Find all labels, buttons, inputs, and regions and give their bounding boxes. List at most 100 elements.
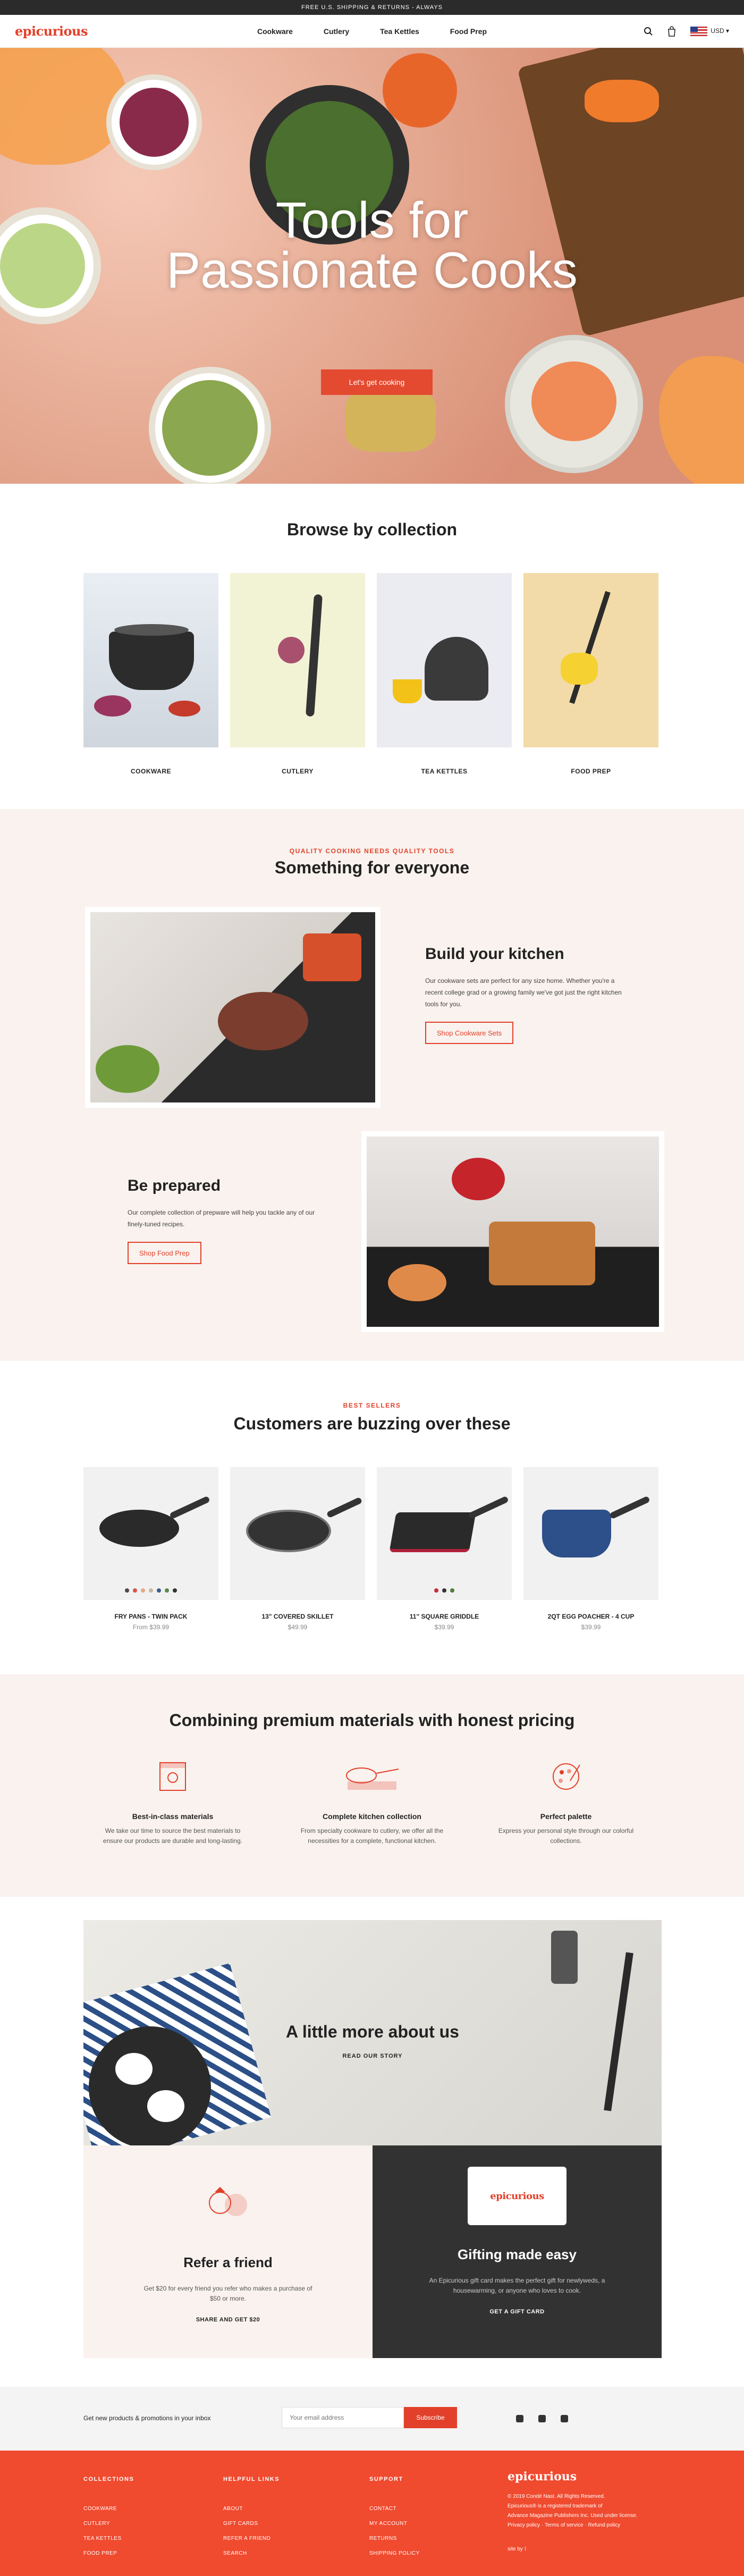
collection-tea-kettles[interactable]: TEA KETTLES — [377, 573, 512, 775]
hero-title-line1: Tools for — [275, 192, 469, 249]
gift-card-image: epicurious — [468, 2167, 567, 2225]
product-card[interactable]: FRY PANS - TWIN PACK From $39.99 — [83, 1467, 218, 1631]
product-price: From $39.99 — [132, 1623, 170, 1631]
feature-materials: Best-in-class materials We take our time… — [96, 1754, 250, 1846]
nav-food-prep[interactable]: Food Prep — [450, 27, 487, 36]
footer-link[interactable]: CUTLERY — [83, 2516, 134, 2531]
spatula-image — [551, 1931, 578, 1984]
newsletter-text: Get new products & promotions in your in… — [83, 2414, 211, 2422]
product-card[interactable]: 13" COVERED SKILLET $49.99 — [230, 1467, 365, 1631]
site-header: epicurious Cookware Cutlery Tea Kettles … — [0, 15, 744, 48]
feature-body: From specialty cookware to cutlery, we o… — [300, 1827, 444, 1845]
gift-card-logo: epicurious — [490, 2190, 544, 2202]
color-swatch[interactable] — [450, 1588, 454, 1593]
footer-link[interactable]: CONTACT — [369, 2502, 420, 2516]
collection-label: CUTLERY — [282, 768, 314, 775]
kitchen-tools-icon — [346, 1767, 399, 1790]
footer-link[interactable]: SEARCH — [223, 2546, 280, 2561]
prepared-image-frame — [361, 1131, 664, 1332]
prepared-copy: Be prepared Our complete collection of p… — [128, 1177, 329, 1264]
read-our-story-link[interactable]: READ OUR STORY — [83, 2053, 662, 2059]
prepared-image — [367, 1137, 659, 1327]
kitchen-body: Our cookware sets are perfect for any si… — [425, 977, 622, 1008]
share-and-get-link[interactable]: SHARE AND GET $20 — [83, 2317, 373, 2323]
color-swatch[interactable] — [173, 1588, 177, 1593]
main-nav: Cookware Cutlery Tea Kettles Food Prep — [0, 15, 744, 48]
search-icon[interactable] — [644, 27, 653, 36]
collections-title: Browse by collection — [286, 520, 458, 539]
footer-link[interactable]: FOOD PREP — [83, 2546, 134, 2561]
kitchen-image — [90, 912, 375, 1102]
everyone-section: QUALITY COOKING NEEDS QUALITY TOOLS Some… — [0, 809, 744, 1361]
tea-kettles-image — [377, 573, 512, 747]
product-image — [230, 1467, 365, 1600]
nav-tea-kettles[interactable]: Tea Kettles — [380, 27, 419, 36]
kitchen-image-frame — [85, 907, 381, 1108]
shop-cookware-sets-button[interactable]: Shop Cookware Sets — [425, 1022, 514, 1044]
footer-link[interactable]: TEA KETTLES — [83, 2531, 134, 2546]
about-banner: A little more about us READ OUR STORY — [83, 1920, 662, 2145]
food-prep-image — [523, 573, 658, 747]
subscribe-button[interactable]: Subscribe — [404, 2407, 457, 2428]
color-swatches — [83, 1588, 218, 1593]
nav-cutlery[interactable]: Cutlery — [324, 27, 349, 36]
color-swatch[interactable] — [133, 1588, 137, 1593]
color-swatch[interactable] — [434, 1588, 438, 1593]
product-price: $39.99 — [581, 1623, 601, 1631]
legal-line: Advance Magazine Publishers Inc. Used un… — [508, 2513, 638, 2519]
get-gift-card-link[interactable]: GET A GIFT CARD — [373, 2309, 662, 2315]
agency-logo-icon[interactable]: ⟟ — [525, 2546, 527, 2552]
footer-link[interactable]: GIFT CARDS — [223, 2516, 280, 2531]
product-price: $49.99 — [288, 1623, 308, 1631]
color-swatch[interactable] — [165, 1588, 169, 1593]
footer-helpful: HELPFUL LINKS ABOUT GIFT CARDS REFER A F… — [223, 2472, 280, 2561]
salmon-image — [531, 361, 616, 441]
cart-icon[interactable] — [667, 26, 677, 37]
collection-cookware[interactable]: COOKWARE — [83, 573, 218, 775]
footer-link[interactable]: SHIPPING POLICY — [369, 2546, 420, 2561]
legal-line: Epicurious® is a registered trademark of — [508, 2503, 603, 2509]
social-links — [501, 2415, 568, 2425]
currency-selector[interactable]: USD ▾ — [690, 26, 729, 36]
logo[interactable]: epicurious — [15, 23, 88, 39]
legal-links[interactable]: Privacy policy · Terms of service · Refu… — [508, 2521, 662, 2530]
collection-cutlery[interactable]: CUTLERY — [230, 573, 365, 775]
bestsellers-eyebrow: BEST SELLERS — [343, 1402, 401, 1409]
footer-heading: SUPPORT — [369, 2476, 403, 2482]
hero-cta-button[interactable]: Let's get cooking — [321, 369, 433, 395]
footer-link[interactable]: COOKWARE — [83, 2502, 134, 2516]
twitter-icon[interactable] — [538, 2415, 546, 2422]
color-swatch[interactable] — [125, 1588, 129, 1593]
color-swatch[interactable] — [141, 1588, 145, 1593]
color-swatch[interactable] — [442, 1588, 446, 1593]
salad2-image — [162, 380, 258, 476]
feature-title: Best-in-class materials — [132, 1812, 214, 1821]
footer-link[interactable]: MY ACCOUNT — [369, 2516, 420, 2531]
about-title: A little more about us — [286, 2022, 459, 2041]
product-card[interactable]: 11" SQUARE GRIDDLE $39.99 — [377, 1467, 512, 1631]
legal-line: © 2019 Condé Nast. All Rights Reserved. — [508, 2494, 605, 2499]
footer-link[interactable]: RETURNS — [369, 2531, 420, 2546]
materials-title: Combining premium materials with honest … — [169, 1711, 575, 1730]
shop-food-prep-button[interactable]: Shop Food Prep — [128, 1242, 201, 1264]
carrots-image — [383, 53, 457, 128]
product-card[interactable]: 2QT EGG POACHER - 4 CUP $39.99 — [523, 1467, 658, 1631]
foil-image — [345, 388, 436, 452]
product-image — [83, 1467, 218, 1600]
color-swatch[interactable] — [157, 1588, 161, 1593]
color-swatch[interactable] — [149, 1588, 153, 1593]
announcement-text: FREE U.S. SHIPPING & RETURNS - ALWAYS — [301, 4, 443, 11]
cabbage-image — [120, 88, 189, 157]
footer-collections: COLLECTIONS COOKWARE CUTLERY TEA KETTLES… — [83, 2472, 134, 2561]
hero-title-line2: Passionate Cooks — [166, 242, 578, 299]
nav-cookware[interactable]: Cookware — [257, 27, 293, 36]
instagram-icon[interactable] — [561, 2415, 568, 2422]
footer-link[interactable]: ABOUT — [223, 2502, 280, 2516]
collection-food-prep[interactable]: FOOD PREP — [523, 573, 658, 775]
site-by-label: site by — [508, 2546, 523, 2552]
feature-body: Express your personal style through our … — [498, 1827, 634, 1845]
footer-logo[interactable]: epicurious — [508, 2470, 662, 2484]
footer-link[interactable]: REFER A FRIEND — [223, 2531, 280, 2546]
facebook-icon[interactable] — [516, 2415, 523, 2422]
newsletter-email-input[interactable] — [282, 2407, 404, 2428]
